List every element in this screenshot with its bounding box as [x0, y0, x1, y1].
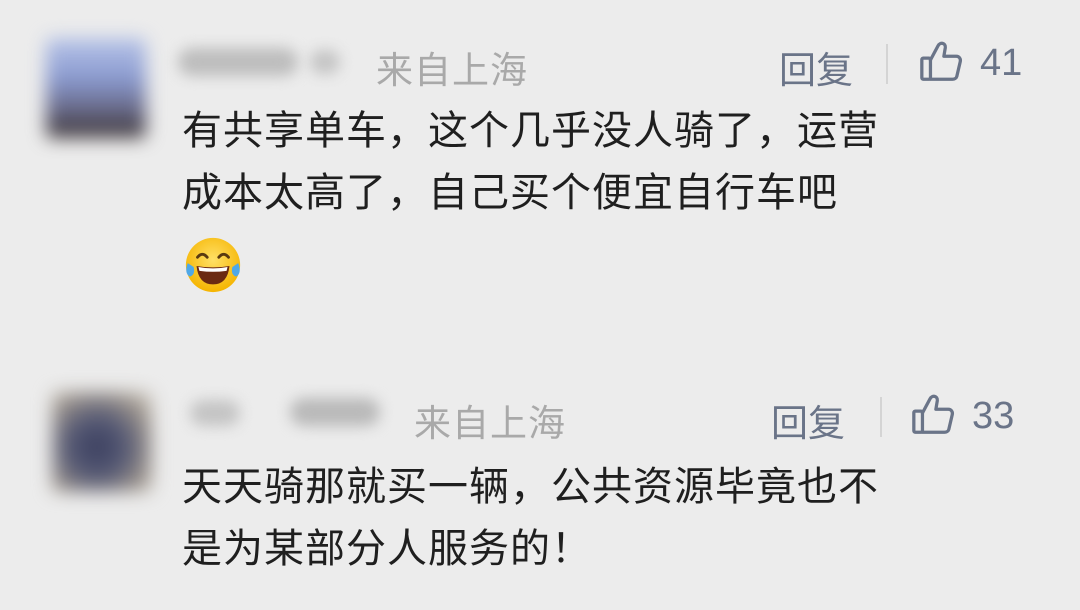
like-button[interactable]: 33: [910, 391, 1014, 441]
like-count: 33: [972, 394, 1015, 437]
avatar[interactable]: [52, 392, 152, 492]
comment-list: 来自上海 回复 41 有共享单车，这个几乎没人骑了，运营 成本太高了，自己买个便…: [0, 0, 1080, 610]
comment-item: 来自上海 回复 33 天天骑那就买一辆，公共资源毕竟也不 是为某部分人服务的！: [0, 0, 1080, 610]
comment-text: 天天骑那就买一辆，公共资源毕竟也不 是为某部分人服务的！: [182, 456, 1042, 580]
username-blurred[interactable]: [180, 390, 410, 436]
reply-button[interactable]: 回复: [771, 393, 845, 447]
comment-text-line: 是为某部分人服务的！: [182, 526, 592, 572]
divider: [880, 397, 882, 437]
thumbs-up-icon: [910, 391, 956, 441]
comment-text-line: 天天骑那就买一辆，公共资源毕竟也不: [182, 464, 879, 510]
location-label: 来自上海: [414, 402, 566, 445]
